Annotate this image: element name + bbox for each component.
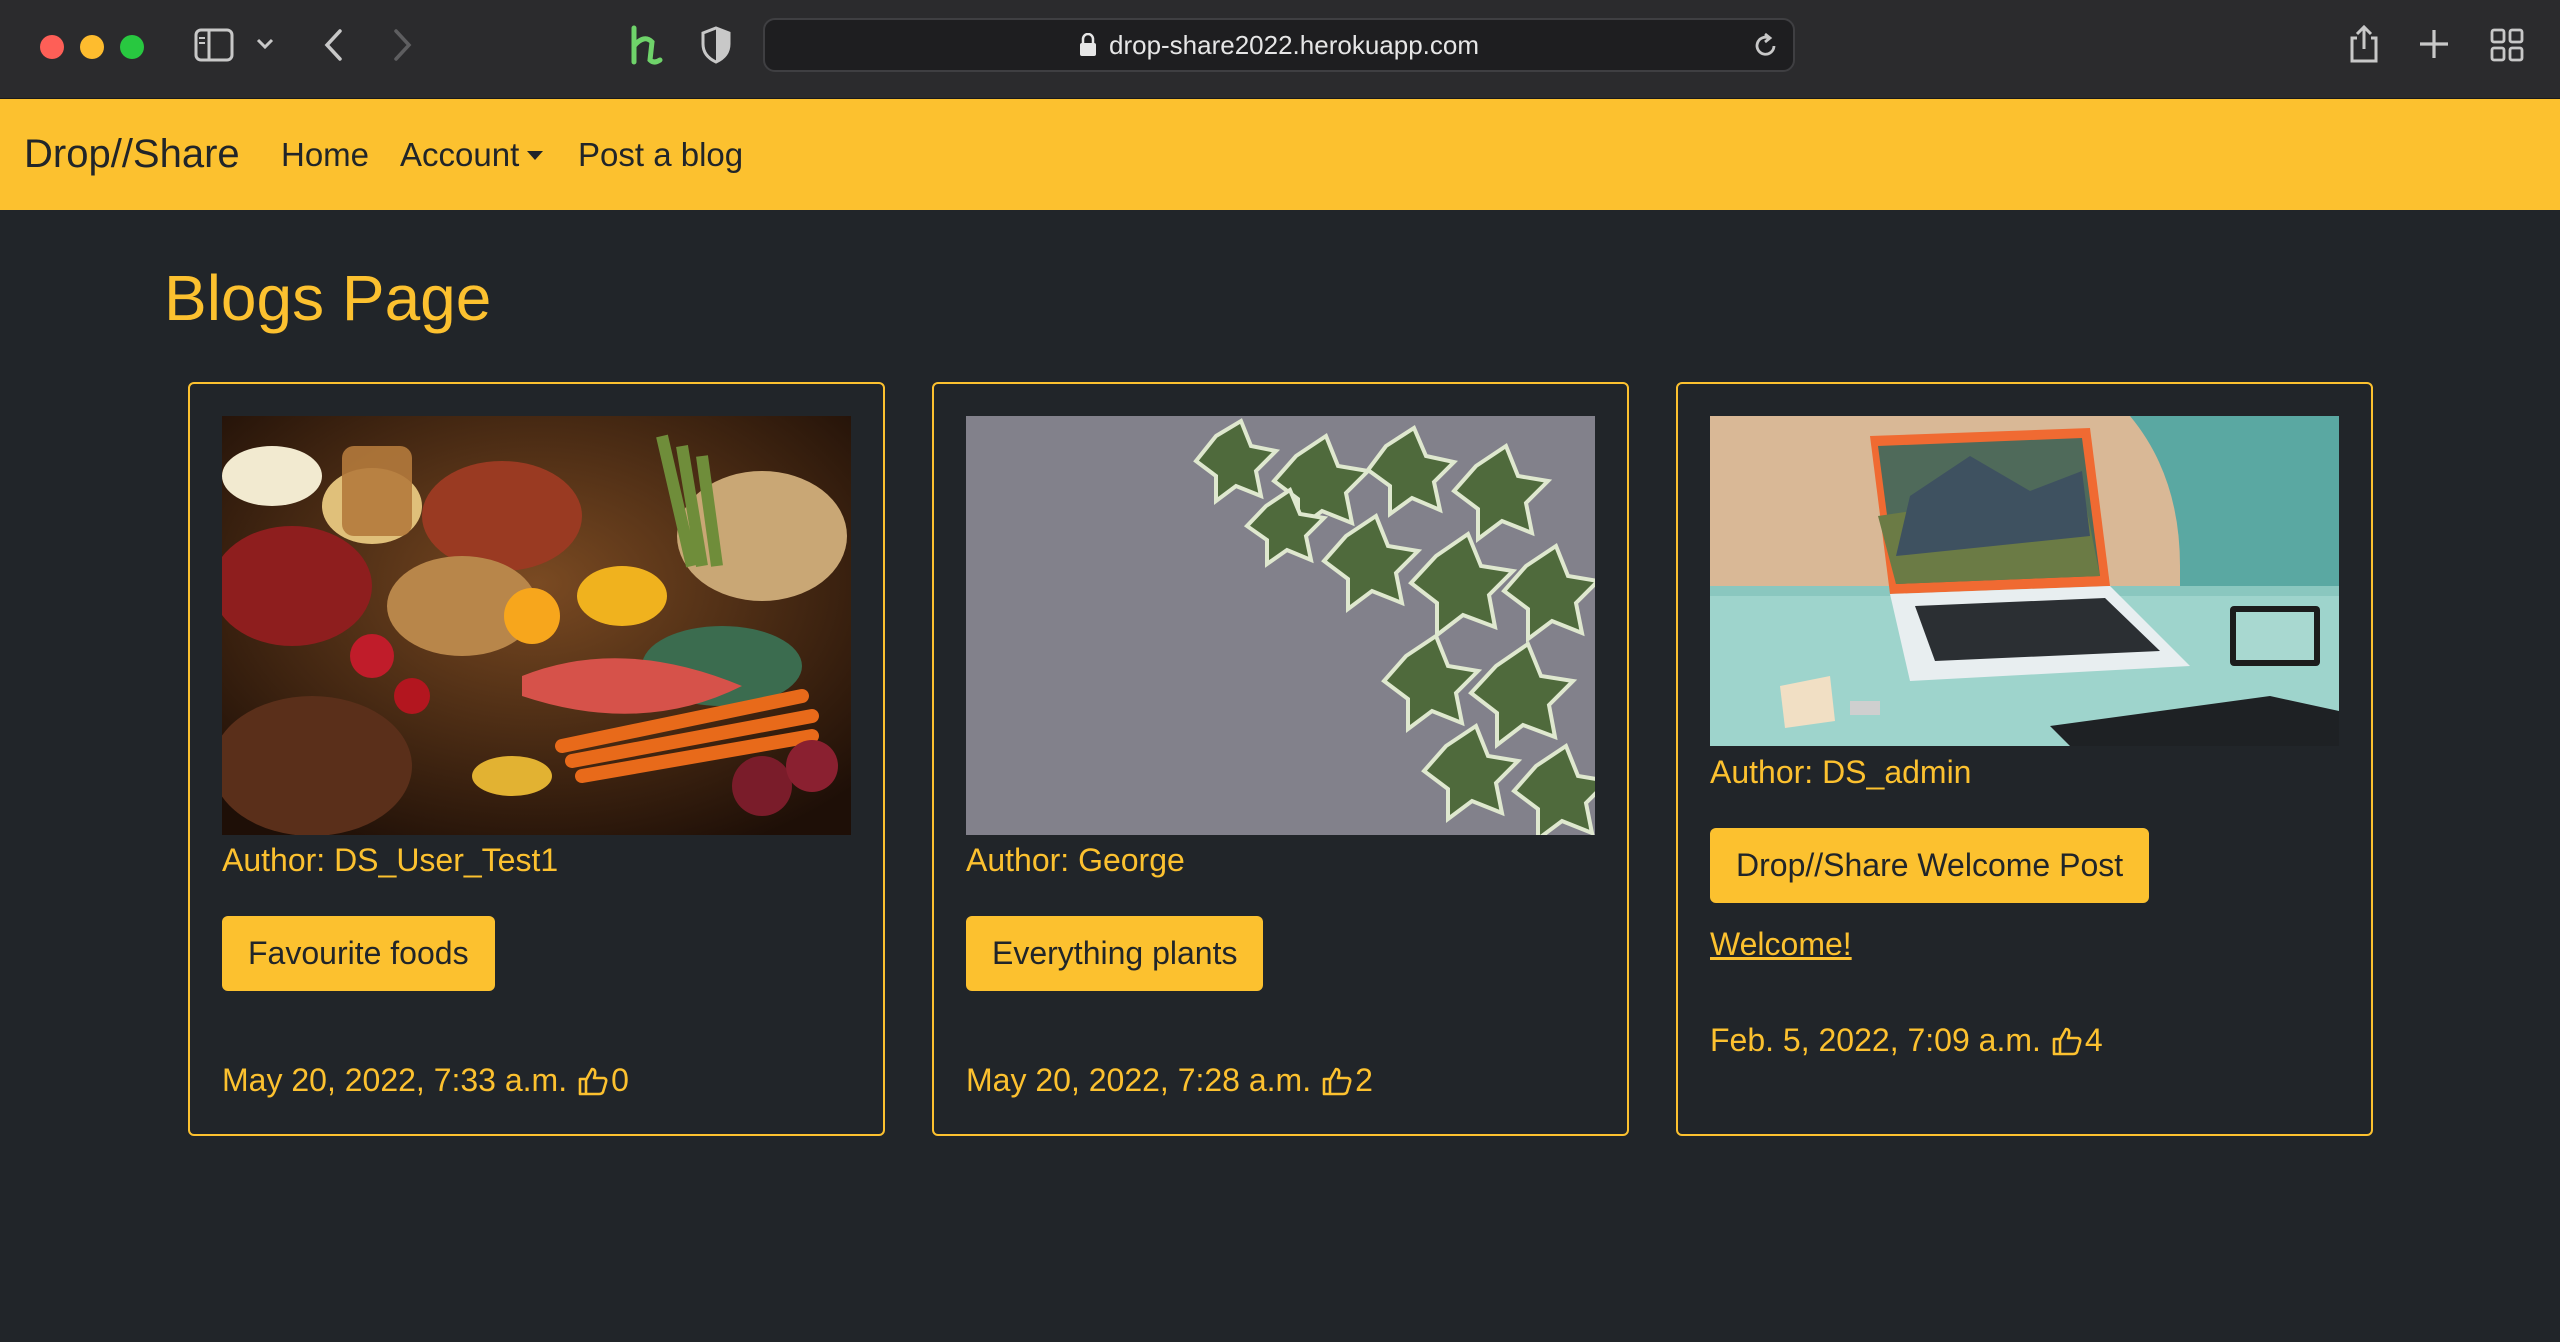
food-image <box>222 416 851 835</box>
post-title-button[interactable]: Everything plants <box>966 916 1264 991</box>
nav-account-label: Account <box>400 135 520 173</box>
thumbs-up-icon[interactable] <box>2051 1025 2083 1057</box>
site-navbar: Drop//Share Home Account Post a blog <box>0 99 2560 210</box>
address-bar[interactable]: drop-share2022.herokuapp.com <box>763 18 1795 72</box>
lock-icon <box>1079 33 1097 57</box>
close-window-button[interactable] <box>40 35 64 59</box>
caret-down-icon <box>527 151 544 160</box>
tab-overview-icon[interactable] <box>2490 28 2524 62</box>
like-count: 4 <box>2084 1022 2103 1058</box>
url-text: drop-share2022.herokuapp.com <box>1108 29 1480 60</box>
post-author: Author: DS_admin <box>1710 754 1972 790</box>
blog-card: Author: George Everything plants May 20,… <box>932 382 1629 1136</box>
thumbs-up-icon[interactable] <box>1321 1065 1353 1097</box>
share-icon[interactable] <box>2348 24 2380 64</box>
page-title: Blogs Page <box>164 262 492 334</box>
shield-icon[interactable] <box>700 26 732 64</box>
brand-link[interactable]: Drop//Share <box>24 132 240 177</box>
nav-home-link[interactable]: Home <box>281 136 369 174</box>
nav-account-dropdown[interactable]: Account <box>400 135 544 174</box>
post-title-button[interactable]: Drop//Share Welcome Post <box>1710 828 2150 903</box>
post-excerpt-link[interactable]: Welcome! <box>1710 926 1852 963</box>
thumbs-up-icon[interactable] <box>577 1065 609 1097</box>
sidebar-icon[interactable] <box>194 28 234 62</box>
post-meta: May 20, 2022, 7:28 a.m. 2 <box>966 1062 1373 1099</box>
back-icon[interactable] <box>322 28 344 62</box>
post-date: May 20, 2022, 7:28 a.m. <box>966 1062 1312 1098</box>
minimize-window-button[interactable] <box>80 35 104 59</box>
post-meta: May 20, 2022, 7:33 a.m. 0 <box>222 1062 629 1099</box>
chevron-down-icon[interactable] <box>256 38 274 50</box>
post-author: Author: George <box>966 842 1185 878</box>
browser-toolbar: drop-share2022.herokuapp.com <box>0 0 2560 99</box>
forward-icon[interactable] <box>392 28 414 62</box>
post-date: Feb. 5, 2022, 7:09 a.m. <box>1710 1022 2041 1058</box>
extension-h-icon[interactable] <box>624 24 664 68</box>
new-tab-icon[interactable] <box>2418 28 2450 60</box>
laptop-desk-image <box>1710 416 2339 746</box>
blog-card: Author: DS_User_Test1 Favourite foods Ma… <box>188 382 885 1136</box>
nav-post-blog-link[interactable]: Post a blog <box>578 136 743 174</box>
post-author: Author: DS_User_Test1 <box>222 842 559 878</box>
post-title-button[interactable]: Favourite foods <box>222 916 495 991</box>
post-date: May 20, 2022, 7:33 a.m. <box>222 1062 568 1098</box>
reload-icon[interactable] <box>1753 32 1779 65</box>
like-count: 0 <box>611 1062 629 1098</box>
blog-card: Author: DS_admin Drop//Share Welcome Pos… <box>1676 382 2373 1136</box>
zoom-window-button[interactable] <box>120 35 144 59</box>
like-count: 2 <box>1355 1062 1373 1098</box>
ivy-wall-image <box>966 416 1595 835</box>
post-meta: Feb. 5, 2022, 7:09 a.m. 4 <box>1710 1022 2103 1059</box>
